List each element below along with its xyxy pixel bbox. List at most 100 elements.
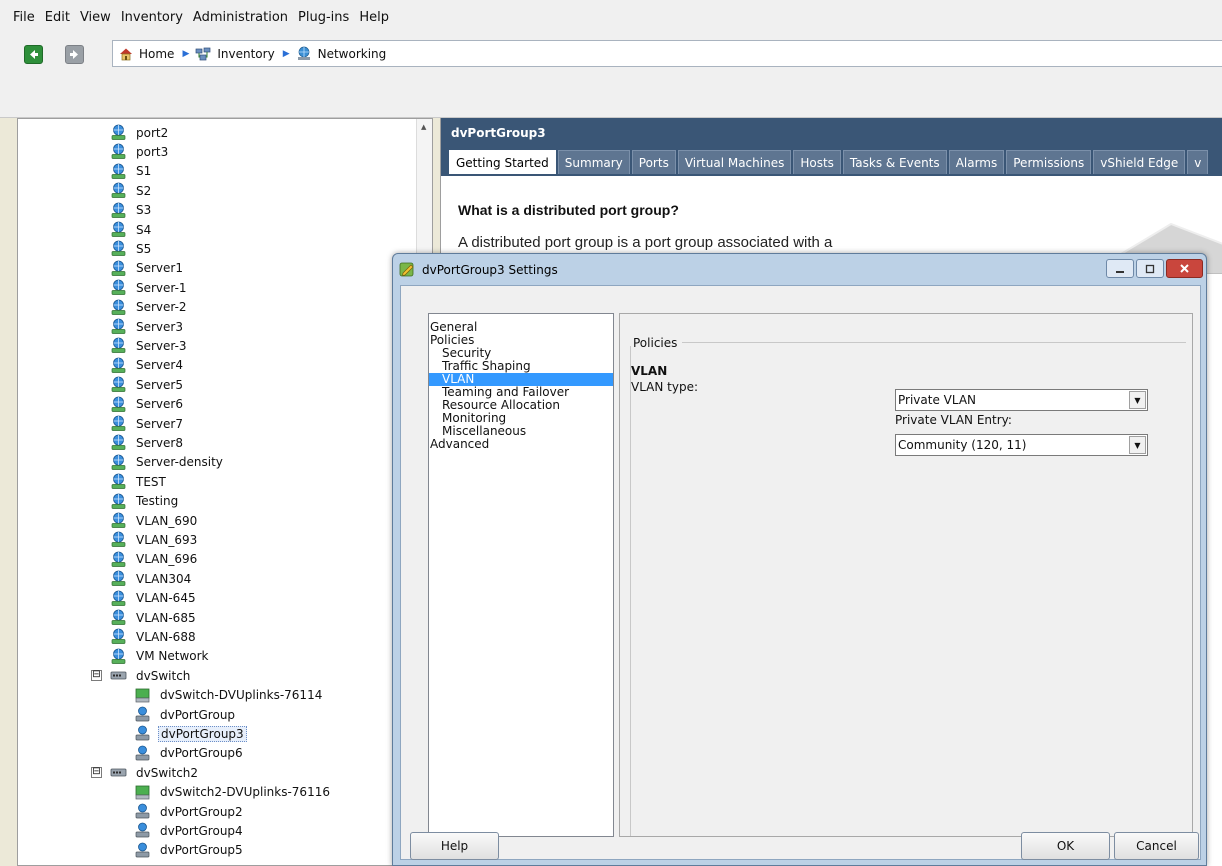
breadcrumb-home[interactable]: Home	[119, 47, 174, 61]
port-group-icon	[135, 706, 150, 722]
tab-v[interactable]: v	[1187, 150, 1209, 174]
vlan-type-select[interactable]: Private VLAN ▼	[895, 389, 1148, 411]
menu-item-view[interactable]: View	[75, 10, 116, 25]
dropdown-arrow-icon[interactable]: ▼	[1129, 391, 1146, 409]
network-icon	[111, 279, 126, 296]
back-button[interactable]	[24, 44, 43, 64]
tree-item-network[interactable]: S2	[110, 181, 153, 200]
vlan-type-value: Private VLAN	[898, 393, 977, 407]
tree-item-network[interactable]: port2	[110, 123, 170, 142]
maximize-button[interactable]	[1136, 259, 1164, 278]
tree-item-port-group[interactable]: dvSwitch2-DVUplinks-76116	[134, 783, 332, 802]
breadcrumb-home-label: Home	[139, 46, 175, 61]
tree-item-network[interactable]: VLAN_690	[110, 511, 199, 530]
tree-item-network[interactable]: S5	[110, 239, 153, 258]
home-icon	[120, 48, 132, 60]
tab-virtual-machines[interactable]: Virtual Machines	[677, 150, 792, 174]
tree-item-label: port2	[136, 125, 169, 140]
tree-item-network[interactable]: Server-density	[110, 453, 225, 472]
tab-hosts[interactable]: Hosts	[793, 150, 841, 174]
close-icon	[1180, 264, 1189, 273]
tree-item-port-group[interactable]: dvSwitch-DVUplinks-76114	[134, 686, 324, 705]
breadcrumb-networking[interactable]: Networking	[296, 46, 386, 62]
network-icon	[111, 202, 126, 218]
tree-item-network[interactable]: Server-2	[110, 298, 189, 317]
tree-item-network[interactable]: Server6	[110, 395, 185, 414]
tree-item-switch[interactable]: dvSwitch2	[110, 763, 200, 782]
collapse-toggle-icon[interactable]: ⊟	[91, 670, 102, 682]
minimize-button[interactable]	[1106, 259, 1134, 278]
private-vlan-entry-select[interactable]: Community (120, 11) ▼	[895, 434, 1148, 456]
navigation-toolbar: Home ▶ Inventory ▶ Networking	[0, 34, 1222, 74]
tab-ports[interactable]: Ports	[631, 150, 676, 174]
tree-item-network[interactable]: Server-3	[110, 336, 189, 355]
collapse-toggle-icon[interactable]: ⊟	[91, 767, 102, 779]
tree-item-label: VLAN_693	[136, 532, 198, 547]
tab-vshield-edge[interactable]: vShield Edge	[1093, 150, 1186, 174]
networking-icon	[297, 46, 310, 60]
cancel-button[interactable]: Cancel	[1114, 832, 1199, 860]
breadcrumb-inventory[interactable]: Inventory	[195, 46, 275, 62]
menu-bar: File Edit View Inventory Administration Plug-…	[0, 0, 1222, 34]
menu-item-administration[interactable]: Administration	[188, 10, 293, 25]
content-heading: What is a distributed port group?	[458, 202, 679, 218]
help-button[interactable]: Help	[410, 832, 499, 860]
tree-item-label: dvSwitch	[136, 668, 191, 683]
tab-alarms[interactable]: Alarms	[948, 150, 1005, 174]
tree-item-network[interactable]: port3	[110, 142, 170, 161]
tree-item-port-group[interactable]: dvPortGroup2	[134, 802, 245, 821]
tree-item-network[interactable]: S3	[110, 201, 153, 220]
tree-item-label: dvPortGroup3	[158, 725, 247, 742]
tree-item-network[interactable]: VLAN_693	[110, 530, 199, 549]
tree-item-port-group[interactable]: dvPortGroup5	[134, 841, 245, 860]
dropdown-arrow-icon[interactable]: ▼	[1129, 436, 1146, 454]
policies-pane: Policies VLAN VLAN type: Private VLAN ▼ …	[619, 313, 1193, 837]
menu-item-file[interactable]: File	[8, 10, 40, 25]
tree-item-switch[interactable]: dvSwitch	[110, 666, 192, 685]
network-icon	[111, 357, 126, 373]
ok-button[interactable]: OK	[1021, 832, 1110, 860]
network-icon	[111, 221, 126, 237]
tree-item-network[interactable]: VM Network	[110, 647, 210, 666]
tree-item-port-group[interactable]: dvPortGroup	[134, 705, 237, 724]
dialog-titlebar[interactable]: dvPortGroup3 Settings	[393, 254, 1206, 285]
tree-item-network[interactable]: TEST	[110, 472, 168, 491]
tree-item-network[interactable]: Server4	[110, 356, 185, 375]
tree-item-port-group[interactable]: dvPortGroup3	[134, 724, 247, 743]
tree-item-network[interactable]: VLAN-645	[110, 589, 198, 608]
tree-item-network[interactable]: Server8	[110, 433, 185, 452]
dialog-title: dvPortGroup3 Settings	[422, 262, 558, 277]
tab-getting-started[interactable]: Getting Started	[449, 150, 556, 174]
forward-button[interactable]	[65, 44, 84, 64]
tab-tasks-events[interactable]: Tasks & Events	[842, 150, 947, 174]
tree-item-network[interactable]: Server7	[110, 414, 185, 433]
nav-item-advanced[interactable]: Advanced	[429, 438, 613, 451]
tree-item-label: Server-1	[136, 280, 187, 295]
policies-group-rule	[682, 342, 1186, 343]
tab-summary[interactable]: Summary	[557, 150, 630, 174]
tab-permissions[interactable]: Permissions	[1006, 150, 1092, 174]
tree-item-label: Server5	[136, 377, 183, 392]
tree-item-network[interactable]: Server-1	[110, 278, 189, 297]
tree-item-network[interactable]: S4	[110, 220, 153, 239]
tree-item-port-group[interactable]: dvPortGroup4	[134, 821, 245, 840]
tree-item-network[interactable]: Server3	[110, 317, 185, 336]
menu-item-help[interactable]: Help	[354, 10, 394, 25]
tree-item-network[interactable]: Testing	[110, 492, 180, 511]
tree-item-port-group[interactable]: dvPortGroup6	[134, 744, 245, 763]
tree-item-network[interactable]: Server5	[110, 375, 185, 394]
tree-item-network[interactable]: VLAN-688	[110, 627, 198, 646]
menu-item-edit[interactable]: Edit	[40, 10, 75, 25]
tree-item-network[interactable]: VLAN304	[110, 569, 193, 588]
scroll-up-arrow-icon[interactable]: ▲	[421, 123, 426, 131]
tree-item-network[interactable]: VLAN_696	[110, 550, 199, 569]
network-icon	[111, 182, 126, 199]
arrow-left-icon	[30, 49, 38, 59]
tree-item-network[interactable]: VLAN-685	[110, 608, 198, 627]
network-icon	[111, 124, 126, 140]
close-button[interactable]	[1166, 259, 1203, 278]
menu-item-plug-ins[interactable]: Plug-ins	[293, 10, 354, 25]
menu-item-inventory[interactable]: Inventory	[116, 10, 188, 25]
tree-item-network[interactable]: S1	[110, 162, 153, 181]
tree-item-network[interactable]: Server1	[110, 259, 185, 278]
